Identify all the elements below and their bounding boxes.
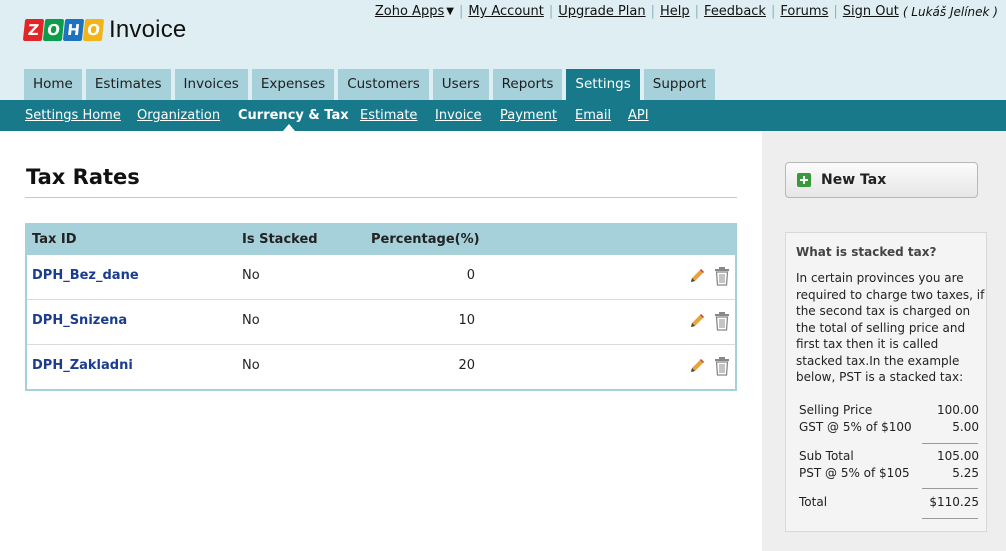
example-label: Selling Price xyxy=(799,403,873,417)
tab-settings[interactable]: Settings xyxy=(566,69,640,100)
logo-letter: Z xyxy=(22,19,45,41)
main-tabs: Home Estimates Invoices Expenses Custome… xyxy=(24,69,716,100)
subnav-estimate[interactable]: Estimate xyxy=(360,108,417,123)
separator: | xyxy=(694,4,700,19)
forums-link[interactable]: Forums xyxy=(780,4,828,19)
zoho-invoice-logo[interactable]: Z O H O Invoice xyxy=(22,14,187,46)
trash-icon[interactable] xyxy=(713,266,731,286)
right-sidebar: New Tax What is stacked tax? In certain … xyxy=(762,131,1006,551)
tab-reports[interactable]: Reports xyxy=(492,69,563,100)
example-row: Total $110.25 xyxy=(799,495,979,509)
active-caret-icon xyxy=(283,124,295,131)
is-stacked-value: No xyxy=(242,358,260,373)
tab-expenses[interactable]: Expenses xyxy=(251,69,335,100)
subnav-organization[interactable]: Organization xyxy=(137,108,220,123)
separator: | xyxy=(770,4,776,19)
separator: | xyxy=(833,4,838,19)
example-value: 105.00 xyxy=(937,449,979,463)
tab-users[interactable]: Users xyxy=(432,69,489,100)
example-value: 5.00 xyxy=(952,420,979,434)
logo-letter: H xyxy=(62,19,85,41)
subnav-currency-tax[interactable]: Currency & Tax xyxy=(238,108,349,123)
table-row: DPH_Bez_dane No 0 xyxy=(27,255,735,300)
help-link[interactable]: Help xyxy=(660,4,690,19)
logo-letter: O xyxy=(42,19,65,41)
trash-icon[interactable] xyxy=(713,356,731,376)
feedback-link[interactable]: Feedback xyxy=(704,4,766,19)
percentage-value: 20 xyxy=(458,358,475,373)
subnav-settings-home[interactable]: Settings Home xyxy=(25,108,121,123)
help-title: What is stacked tax? xyxy=(796,245,937,259)
app-header: Z O H O Invoice Zoho Apps ▼ | My Account… xyxy=(0,0,1006,100)
tab-estimates[interactable]: Estimates xyxy=(85,69,171,100)
pencil-icon[interactable] xyxy=(688,312,706,330)
separator: | xyxy=(548,4,554,19)
example-value: $110.25 xyxy=(929,495,979,509)
dropdown-arrow-icon[interactable]: ▼ xyxy=(446,6,454,17)
header-is-stacked: Is Stacked xyxy=(242,232,318,247)
help-text: In certain provinces you are required to… xyxy=(796,271,985,384)
example-label: GST @ 5% of $100 xyxy=(799,420,912,434)
tab-support[interactable]: Support xyxy=(643,69,716,100)
header-percentage: Percentage(%) xyxy=(371,232,480,247)
percentage-value: 0 xyxy=(466,268,475,283)
my-account-link[interactable]: My Account xyxy=(468,4,544,19)
upgrade-plan-link[interactable]: Upgrade Plan xyxy=(558,4,645,19)
percentage-value: 10 xyxy=(458,313,475,328)
is-stacked-value: No xyxy=(242,313,260,328)
example-divider xyxy=(922,443,978,444)
tab-customers[interactable]: Customers xyxy=(338,69,429,100)
pencil-icon[interactable] xyxy=(688,357,706,375)
plus-icon xyxy=(797,173,811,187)
zoho-logo-mark: Z O H O xyxy=(22,19,105,41)
example-label: PST @ 5% of $105 xyxy=(799,466,910,480)
logo-wordmark: Invoice xyxy=(109,16,187,43)
example-row: Selling Price 100.00 xyxy=(799,403,979,417)
tax-rates-table: Tax ID Is Stacked Percentage(%) DPH_Bez_… xyxy=(25,223,737,391)
zoho-apps-link[interactable]: Zoho Apps xyxy=(375,4,444,19)
subnav-payment[interactable]: Payment xyxy=(500,108,557,123)
new-tax-label: New Tax xyxy=(821,172,887,188)
pencil-icon[interactable] xyxy=(688,267,706,285)
separator: | xyxy=(458,4,464,19)
subnav-email[interactable]: Email xyxy=(575,108,611,123)
example-value: 100.00 xyxy=(937,403,979,417)
example-label: Sub Total xyxy=(799,449,854,463)
header-tax-id: Tax ID xyxy=(32,232,77,247)
example-label: Total xyxy=(799,495,828,509)
tab-home[interactable]: Home xyxy=(24,69,82,100)
table-row: DPH_Snizena No 10 xyxy=(27,300,735,345)
example-value: 5.25 xyxy=(952,466,979,480)
settings-subnav: Settings Home Organization Currency & Ta… xyxy=(0,100,1006,131)
subnav-invoice[interactable]: Invoice xyxy=(435,108,481,123)
new-tax-button[interactable]: New Tax xyxy=(785,162,978,198)
subnav-api[interactable]: API xyxy=(628,108,649,123)
is-stacked-value: No xyxy=(242,268,260,283)
example-row: GST @ 5% of $100 5.00 xyxy=(799,420,979,434)
example-divider xyxy=(922,488,978,489)
tax-id-link[interactable]: DPH_Zakladni xyxy=(32,358,133,373)
page-title: Tax Rates xyxy=(26,165,140,189)
separator: | xyxy=(650,4,656,19)
tax-id-link[interactable]: DPH_Bez_dane xyxy=(32,268,139,283)
table-header: Tax ID Is Stacked Percentage(%) xyxy=(27,225,735,255)
tab-invoices[interactable]: Invoices xyxy=(174,69,248,100)
sign-out-link[interactable]: Sign Out xyxy=(843,4,899,19)
stacked-tax-help-box: What is stacked tax? In certain province… xyxy=(785,232,987,532)
tax-id-link[interactable]: DPH_Snizena xyxy=(32,313,127,328)
example-row: Sub Total 105.00 xyxy=(799,449,979,463)
example-row: PST @ 5% of $105 5.25 xyxy=(799,466,979,480)
logo-letter: O xyxy=(82,19,105,41)
top-links: Zoho Apps ▼ | My Account | Upgrade Plan … xyxy=(375,4,998,19)
trash-icon[interactable] xyxy=(713,311,731,331)
user-name: ( Lukáš Jelínek ) xyxy=(902,4,998,19)
title-divider xyxy=(25,197,737,198)
example-divider xyxy=(922,518,978,519)
table-row: DPH_Zakladni No 20 xyxy=(27,345,735,390)
